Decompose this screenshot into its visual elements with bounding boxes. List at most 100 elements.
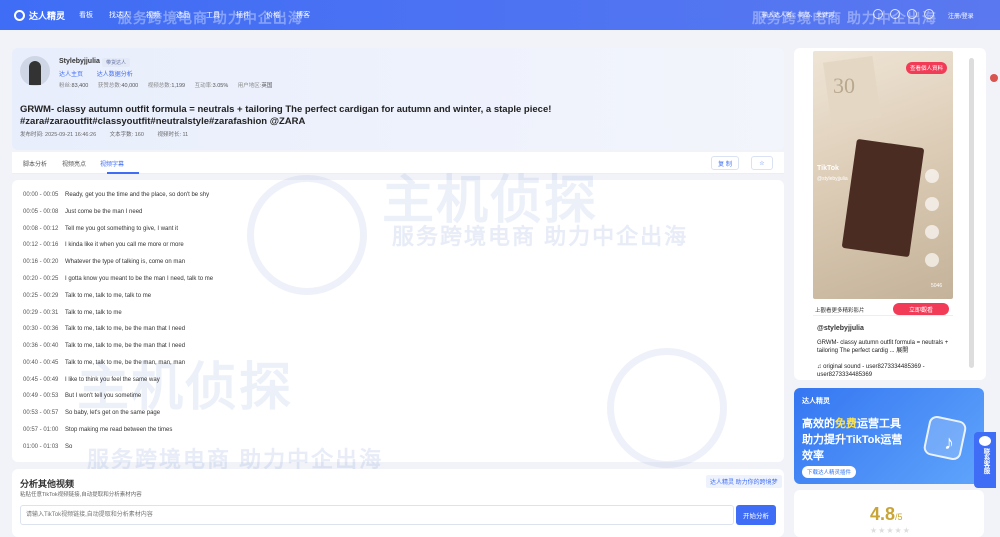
music-note-icon: ♪ bbox=[944, 432, 954, 454]
video-title: GRWM- classy autumn outfit formula = neu… bbox=[20, 104, 552, 127]
subtitle-row: 00:36 - 00:40 Talk to me, talk to me, be … bbox=[23, 343, 185, 349]
avatar[interactable] bbox=[20, 56, 50, 86]
subtitle-time: 00:49 - 00:53 bbox=[23, 393, 59, 399]
share-count: 5046 bbox=[931, 283, 943, 289]
subtitle-row: 00:29 - 00:31 Talk to me, talk to me bbox=[23, 310, 122, 316]
creator-links: 达人主页 达人数据分析 bbox=[59, 69, 145, 78]
view-profile-button[interactable]: 查看個人資料 bbox=[905, 62, 947, 74]
analyze-other-panel: 分析其他视频 粘贴任意TikTok视频链接,自动提取和分析素材内容 达人精灵 助… bbox=[12, 469, 784, 537]
video-link-input[interactable] bbox=[20, 505, 734, 525]
customer-service-button[interactable]: 联系客服 bbox=[974, 432, 996, 488]
preview-username[interactable]: @stylebyjjulia bbox=[817, 325, 864, 332]
subtitle-row: 00:49 - 00:53 But I won't tell you someti… bbox=[23, 393, 141, 399]
subtitle-row: 00:12 - 00:16 I kinda like it when you ca… bbox=[23, 242, 184, 248]
subtitle-row: 00:45 - 00:49 I like to think you feel th… bbox=[23, 377, 160, 383]
subtitle-text: I gotta know you meant to be the man I n… bbox=[65, 276, 214, 282]
subtitle-time: 00:20 - 00:25 bbox=[23, 276, 59, 282]
promo-banner[interactable]: 达人精灵 高效的免费运营工具 助力提升TikTok运营 效率 下载达人精灵插件 … bbox=[794, 388, 984, 484]
subtitle-text: Talk to me, talk to me, be the man, man,… bbox=[65, 360, 186, 366]
share-icon[interactable] bbox=[925, 253, 939, 267]
favorite-icon[interactable]: ☆ bbox=[751, 156, 773, 170]
bag-text: 30 bbox=[833, 73, 855, 98]
subtitle-time: 00:08 - 00:12 bbox=[23, 226, 59, 232]
translate-icon[interactable] bbox=[873, 9, 883, 19]
subtitle-text: So bbox=[65, 444, 73, 450]
scroll-thumb[interactable] bbox=[969, 58, 974, 368]
download-plugin-button[interactable]: 下载达人精灵插件 bbox=[802, 466, 857, 478]
comment-icon[interactable] bbox=[925, 225, 939, 239]
copy-button[interactable]: 复 制 bbox=[711, 156, 739, 170]
promo-line-3: 效率 bbox=[802, 450, 824, 462]
trousers-image bbox=[841, 138, 925, 258]
creator-stats: 粉丝:83,400 获赞总数:40,000 视频总数:1,199 互动率:3.0… bbox=[59, 81, 280, 89]
profile-icon[interactable] bbox=[925, 169, 939, 183]
stat-value: 83,400 bbox=[71, 83, 89, 89]
brand-logo[interactable]: 达人精灵 bbox=[14, 9, 65, 22]
login-button[interactable]: 注册/登录 bbox=[948, 11, 974, 20]
subtitle-row: 00:40 - 00:45 Talk to me, talk to me, be … bbox=[23, 360, 185, 366]
subtitle-row: 00:08 - 00:12 Tell me you got something t… bbox=[23, 226, 178, 232]
subtitle-row: 00:05 - 00:08 Just come be the man I need bbox=[23, 209, 142, 215]
headset-icon[interactable] bbox=[890, 9, 900, 19]
subtitle-text: Just come be the man I need bbox=[65, 209, 143, 215]
bell-icon[interactable] bbox=[924, 9, 934, 19]
subtitle-row: 00:53 - 00:57 So baby, let's get on the s… bbox=[23, 410, 160, 416]
analyze-title: 分析其他视频 bbox=[20, 479, 75, 489]
promo-brand: 达人精灵 bbox=[802, 398, 830, 405]
subtitle-time: 01:00 - 01:03 bbox=[23, 444, 59, 450]
promo-line-1: 高效的免费运营工具 bbox=[802, 418, 901, 430]
toolbar-icons bbox=[873, 9, 941, 19]
subtitle-text: Talk to me, talk to me, be the man that … bbox=[65, 343, 186, 349]
stat-value: 40,000 bbox=[121, 83, 139, 89]
creator-home-link[interactable]: 达人主页 bbox=[59, 72, 83, 78]
subtitle-time: 00:05 - 00:08 bbox=[23, 209, 59, 215]
video-handle: @stylebyjjulia bbox=[817, 176, 848, 182]
subtitle-text: Tell me you got something to give, I wan… bbox=[65, 226, 179, 232]
preview-sound[interactable]: ♫ original sound - user8273334485369 - u… bbox=[817, 363, 951, 379]
brand-name: 达人精灵 bbox=[29, 10, 66, 21]
stat-label: 视频总数: bbox=[147, 83, 172, 89]
subtitle-time: 00:16 - 00:20 bbox=[23, 259, 59, 265]
stat-value: 英国 bbox=[261, 83, 273, 89]
subtitle-time: 00:30 - 00:36 bbox=[23, 326, 59, 332]
subtitle-text: Talk to me, talk to me, talk to me bbox=[65, 293, 152, 299]
creator-name[interactable]: Stylebyjjulia bbox=[59, 58, 100, 65]
subtitle-text: Ready, get you the time and the place, s… bbox=[65, 192, 210, 198]
subtitle-text: I like to think you feel the same way bbox=[65, 377, 160, 383]
video-duration: 视频时长: 11 bbox=[157, 132, 189, 138]
subtitle-row: 01:00 - 01:03 So bbox=[23, 444, 72, 450]
location-icon[interactable] bbox=[907, 9, 917, 19]
subtitle-row: 00:30 - 00:36 Talk to me, talk to me, be … bbox=[23, 326, 185, 332]
rating-card: 4.8/5 ★★★★★ bbox=[794, 490, 984, 537]
subtitle-text: Stop making me read between the times bbox=[65, 427, 173, 433]
watermark-logo-icon bbox=[607, 348, 727, 468]
chat-icon bbox=[979, 436, 991, 446]
video-meta: 发布时间: 2025-09-21 16:46:26 文本字数: 160 视频时长… bbox=[20, 130, 200, 138]
promo-highlight: 免费 bbox=[835, 418, 857, 430]
tab-video-subtitles[interactable]: 视频字幕 bbox=[100, 159, 124, 168]
video-header-card: Stylebyjjulia 带货达人 达人主页 达人数据分析 粉丝:83,400… bbox=[12, 48, 784, 150]
tab-video-highlights[interactable]: 视频亮点 bbox=[62, 159, 86, 168]
subtitle-text: Whatever the type of talking is, come on… bbox=[65, 259, 186, 265]
video-player[interactable]: 30 查看個人資料 TikTok @stylebyjjulia 5046 bbox=[813, 51, 953, 299]
subtitle-time: 00:00 - 00:05 bbox=[23, 192, 59, 198]
video-preview-card: 30 查看個人資料 TikTok @stylebyjjulia 5046 上觀看… bbox=[794, 48, 986, 380]
active-tab-indicator bbox=[107, 172, 139, 174]
watch-now-button[interactable]: 立即觀看 bbox=[893, 303, 949, 315]
logo-icon bbox=[14, 9, 25, 21]
subtitle-time: 00:40 - 00:45 bbox=[23, 360, 59, 366]
preview-scrollbar[interactable] bbox=[968, 48, 975, 380]
stat-value: 3.05% bbox=[212, 83, 229, 89]
start-analysis-button[interactable]: 开始分析 bbox=[736, 505, 776, 525]
subtitle-text: But I won't tell you sometime bbox=[65, 393, 142, 399]
nav-item[interactable]: 看板 bbox=[79, 10, 93, 20]
subtitle-time: 00:36 - 00:40 bbox=[23, 343, 59, 349]
creator-analysis-link[interactable]: 达人数据分析 bbox=[97, 72, 133, 78]
tab-script-analysis[interactable]: 脚本分析 bbox=[23, 159, 47, 168]
subtitle-time: 00:29 - 00:31 bbox=[23, 310, 59, 316]
tiktok-logo: TikTok bbox=[817, 165, 839, 172]
search-input[interactable]: 输入达人名、商品、关键词 bbox=[762, 10, 858, 22]
heart-icon[interactable] bbox=[925, 197, 939, 211]
video-actions bbox=[925, 169, 945, 281]
customer-service-label: 联系客服 bbox=[982, 448, 989, 474]
